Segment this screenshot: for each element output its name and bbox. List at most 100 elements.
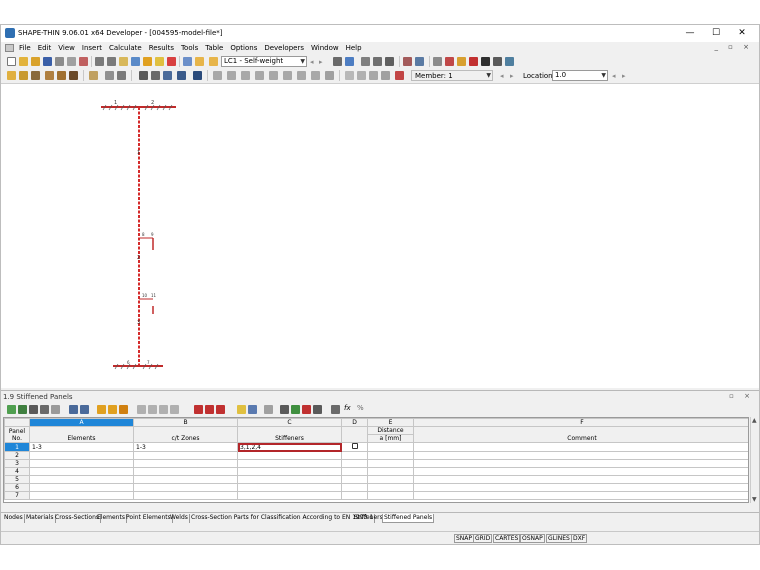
scroll-up-icon[interactable]: ▲	[752, 417, 757, 424]
snap-2-icon[interactable]	[227, 71, 236, 80]
print-icon[interactable]	[55, 57, 64, 66]
row-number[interactable]: 3	[4, 459, 30, 468]
status-snap[interactable]: SNAP	[454, 534, 475, 543]
document-menu-icon[interactable]	[5, 44, 14, 52]
copy-icon[interactable]	[369, 71, 378, 80]
export-icon[interactable]	[493, 57, 502, 66]
distance-cell[interactable]	[367, 467, 414, 476]
row-number[interactable]: 1	[4, 442, 30, 452]
display-icon[interactable]	[403, 57, 412, 66]
table-filter-icon[interactable]	[148, 405, 157, 414]
model-canvas[interactable]: 1 2 1 2 3 8 9 10 11 6 7	[1, 83, 759, 388]
checkbox-cell[interactable]	[341, 467, 368, 476]
status-dxf[interactable]: DXF	[571, 534, 588, 543]
status-grid[interactable]: GRID	[473, 534, 493, 543]
column-letter[interactable]: A	[29, 418, 134, 427]
stiffeners-cell[interactable]	[237, 451, 342, 460]
panel-checkbox[interactable]	[351, 443, 358, 449]
filter-icon[interactable]	[177, 71, 186, 80]
delete-icon[interactable]	[469, 57, 478, 66]
table-insert-icon[interactable]	[69, 405, 78, 414]
table-icon[interactable]	[183, 57, 192, 66]
next-loadcase-icon[interactable]: ▸	[319, 58, 323, 66]
stiffeners-cell[interactable]	[237, 475, 342, 484]
calculate-icon[interactable]	[143, 57, 152, 66]
elements-cell[interactable]	[29, 451, 134, 460]
comment-cell[interactable]	[413, 491, 748, 500]
stiffeners-cell[interactable]	[237, 459, 342, 468]
comment-icon[interactable]	[105, 71, 114, 80]
table-sort-icon[interactable]	[137, 405, 146, 414]
column-letter[interactable]: C	[237, 418, 342, 427]
warning-icon[interactable]	[457, 57, 466, 66]
table-new-icon[interactable]	[7, 405, 16, 414]
checkbox-cell[interactable]	[341, 442, 368, 452]
zoom-all-icon[interactable]	[373, 57, 382, 66]
ct-zones-cell[interactable]	[133, 459, 238, 468]
sum-icon[interactable]	[193, 71, 202, 80]
table-edit-icon[interactable]	[18, 405, 27, 414]
elements-cell[interactable]	[29, 483, 134, 492]
remove-icon[interactable]	[395, 71, 404, 80]
point-element-icon[interactable]	[57, 71, 66, 80]
row-number[interactable]: 7	[4, 491, 30, 500]
new-file-icon[interactable]	[7, 57, 16, 66]
previous-member-icon[interactable]: ◂	[500, 72, 504, 80]
stiffeners-cell[interactable]	[237, 467, 342, 476]
panel-icon[interactable]	[195, 57, 204, 66]
menu-window[interactable]: Window	[311, 44, 339, 52]
close-button[interactable]: ✕	[729, 27, 755, 39]
menu-developers[interactable]: Developers	[264, 44, 304, 52]
row-number[interactable]: 6	[4, 483, 30, 492]
distance-cell[interactable]	[367, 475, 414, 484]
menu-help[interactable]: Help	[346, 44, 362, 52]
snap-5-icon[interactable]	[269, 71, 278, 80]
select-all-icon[interactable]	[151, 71, 160, 80]
snap-3-icon[interactable]	[241, 71, 250, 80]
ct-zones-cell[interactable]	[133, 491, 238, 500]
menu-insert[interactable]: Insert	[82, 44, 102, 52]
settings-icon[interactable]	[481, 57, 490, 66]
undo-icon[interactable]	[95, 57, 104, 66]
table-copy-icon[interactable]	[40, 405, 49, 414]
maximize-button[interactable]: ☐	[703, 27, 729, 39]
tab-materials[interactable]: Materials	[25, 514, 56, 523]
zoom-window-icon[interactable]	[385, 57, 394, 66]
menu-results[interactable]: Results	[149, 44, 174, 52]
tab-welds[interactable]: Welds	[169, 514, 190, 523]
ct-zones-cell[interactable]	[133, 467, 238, 476]
tab-classification[interactable]: Cross-Section Parts for Classification A…	[190, 514, 376, 523]
row-number[interactable]: 5	[4, 475, 30, 484]
print-graphic-icon[interactable]	[67, 57, 76, 66]
previous-location-icon[interactable]: ◂	[612, 72, 616, 80]
tab-nodes[interactable]: Nodes	[3, 514, 25, 523]
ct-zones-cell[interactable]	[133, 451, 238, 460]
menu-file[interactable]: File	[19, 44, 31, 52]
excel-icon[interactable]	[291, 405, 300, 414]
column-letter[interactable]: E	[367, 418, 414, 427]
ct-zones-cell[interactable]: 1-3	[133, 442, 238, 452]
table-view-icon[interactable]	[29, 405, 38, 414]
comment-cell[interactable]	[413, 467, 748, 476]
table-remove-icon[interactable]	[194, 405, 203, 414]
table-filter-2-icon[interactable]	[331, 405, 340, 414]
menu-calculate[interactable]: Calculate	[109, 44, 142, 52]
snap-6-icon[interactable]	[283, 71, 292, 80]
elements-cell[interactable]: 1-3	[29, 442, 134, 452]
open-folder-icon[interactable]	[19, 57, 28, 66]
checkbox-cell[interactable]	[341, 491, 368, 500]
select-icon[interactable]	[139, 71, 148, 80]
mdi-controls[interactable]: _ ▫ ×	[714, 43, 753, 51]
tab-stiffened-panels[interactable]: Stiffened Panels	[382, 514, 435, 523]
rotate-icon[interactable]	[433, 57, 442, 66]
snap-1-icon[interactable]	[213, 71, 222, 80]
results-icon[interactable]	[155, 57, 164, 66]
snap-8-icon[interactable]	[311, 71, 320, 80]
snap-4-icon[interactable]	[255, 71, 264, 80]
column-letter[interactable]: B	[133, 418, 238, 427]
stiffeners-cell[interactable]	[237, 491, 342, 500]
table-scrollbar[interactable]: ▲ ▼	[750, 417, 759, 503]
menu-edit[interactable]: Edit	[38, 44, 52, 52]
open-recent-icon[interactable]	[31, 57, 40, 66]
column-letter[interactable]: D	[341, 418, 368, 427]
